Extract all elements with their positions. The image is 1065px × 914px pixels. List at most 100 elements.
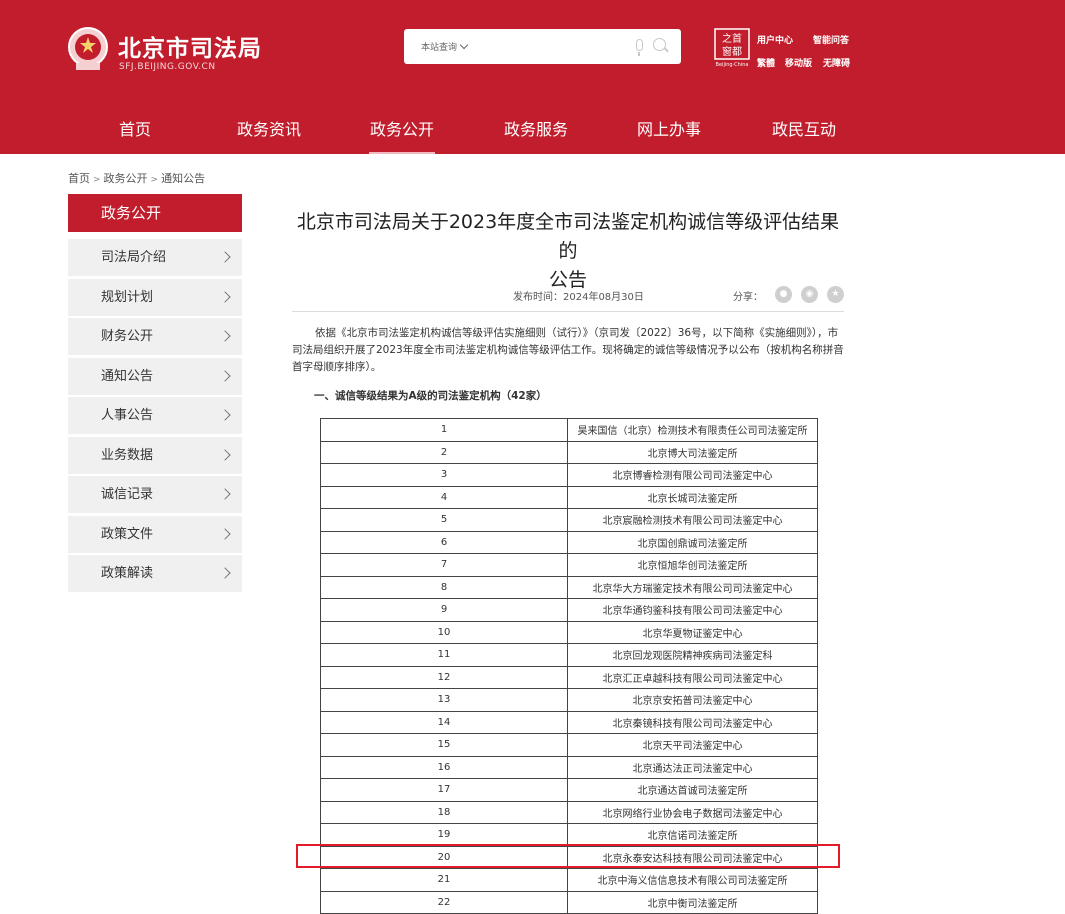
sidebar-item-label: 通知公告 <box>101 369 154 384</box>
row-number-cell: 12 <box>319 665 569 689</box>
results-table: 1 昊来国信（北京）检测技术有限责任公司司法鉴定所 2 北京博大司法鉴定所 3 北京博睿检… <box>319 418 818 914</box>
site-title[interactable]: 北京市司法局 <box>118 29 262 63</box>
institution-name-cell: 北京网络行业协会电子数据司法鉴定中心 <box>567 800 818 824</box>
traditional-chinese-link[interactable]: 繁體 <box>757 56 775 69</box>
sidebar-item-label: 政策解读 <box>101 566 154 581</box>
publish-date: 2024年08月30日 <box>563 292 644 303</box>
row-number-cell: 13 <box>319 688 569 712</box>
sidebar-title: 政务公开 <box>68 194 242 232</box>
row-number-cell: 9 <box>319 598 569 622</box>
weibo-icon[interactable]: ◉ <box>801 286 818 303</box>
user-center-link[interactable]: 用户中心 <box>757 33 793 46</box>
sidebar-item-policy-docs[interactable]: 政策文件 <box>68 516 242 553</box>
institution-name-cell: 北京通达首诚司法鉴定所 <box>567 778 818 802</box>
row-number-cell: 11 <box>319 643 569 667</box>
breadcrumb-home[interactable]: 首页 <box>68 172 90 185</box>
table-row: 17 北京通达首诚司法鉴定所 <box>319 778 818 802</box>
site-header: 北京市司法局 SFJ.BEIJING.GOV.CN 本站查询 之首 窗都 Bei… <box>0 0 1065 154</box>
search-scope-label: 本站查询 <box>421 43 458 53</box>
table-row: 14 北京秦镜科技有限公司司法鉴定中心 <box>319 710 818 734</box>
chevron-right-icon <box>219 370 231 382</box>
nav-home[interactable]: 首页 <box>104 106 166 154</box>
breadcrumb-notices[interactable]: 通知公告 <box>161 172 205 185</box>
breadcrumb-disclosure[interactable]: 政务公开 <box>104 172 148 185</box>
nav-government-disclosure[interactable]: 政务公开 <box>369 106 435 154</box>
section-heading: 一、诚信等级结果为A级的司法鉴定机构（42家） <box>314 390 547 402</box>
institution-name-cell: 北京天平司法鉴定中心 <box>567 733 818 757</box>
highlight-annotation <box>296 844 840 868</box>
institution-name-cell: 北京华通钧鉴科技有限公司司法鉴定中心 <box>567 598 818 622</box>
article-intro: 依据《北京市司法鉴定机构诚信等级评估实施细则（试行）》（京司发〔2022〕36号… <box>292 327 844 373</box>
favorite-icon[interactable]: ★ <box>827 286 844 303</box>
institution-name-cell: 北京博睿检测有限公司司法鉴定中心 <box>567 463 818 487</box>
chevron-right-icon <box>219 488 231 500</box>
nav-public-interaction[interactable]: 政民互动 <box>768 106 840 154</box>
table-row: 12 北京汇正卓越科技有限公司司法鉴定中心 <box>319 665 818 689</box>
sidebar-item-label: 业务数据 <box>101 448 154 463</box>
nav-government-services[interactable]: 政务服务 <box>501 106 571 154</box>
capital-window-logo[interactable]: 之首 窗都 Beijing·China <box>714 28 750 68</box>
publish-label: 发布时间： <box>513 292 563 303</box>
institution-name-cell: 北京回龙观医院精神疾病司法鉴定科 <box>567 643 818 667</box>
row-number-cell: 19 <box>319 823 569 847</box>
row-number-cell: 4 <box>319 485 569 509</box>
table-row: 4 北京长城司法鉴定所 <box>319 485 818 509</box>
sidebar-item-credit-records[interactable]: 诚信记录 <box>68 476 242 513</box>
main-nav: 首页 政务资讯 政务公开 政务服务 网上办事 政民互动 <box>0 106 1065 154</box>
table-row: 2 北京博大司法鉴定所 <box>319 440 818 464</box>
table-row: 18 北京网络行业协会电子数据司法鉴定中心 <box>319 800 818 824</box>
institution-name-cell: 北京京安拓普司法鉴定中心 <box>567 688 818 712</box>
sidebar-item-label: 政策文件 <box>101 527 154 542</box>
row-number-cell: 18 <box>319 800 569 824</box>
sidebar-item-finance[interactable]: 财务公开 <box>68 318 242 355</box>
sidebar-item-plans[interactable]: 规划计划 <box>68 279 242 316</box>
nav-online-services[interactable]: 网上办事 <box>634 106 704 154</box>
national-emblem-icon[interactable] <box>67 26 109 72</box>
sidebar-item-label: 规划计划 <box>101 290 154 305</box>
chevron-right-icon <box>219 567 231 579</box>
chevron-right-icon <box>219 291 231 303</box>
table-row: 13 北京京安拓普司法鉴定中心 <box>319 688 818 712</box>
row-number-cell: 22 <box>319 890 569 914</box>
row-number-cell: 2 <box>319 440 569 464</box>
table-row: 19 北京信诺司法鉴定所 <box>319 823 818 847</box>
sidebar-item-business-data[interactable]: 业务数据 <box>68 437 242 474</box>
row-number-cell: 5 <box>319 508 569 532</box>
chevron-right-icon <box>219 528 231 540</box>
accessibility-link[interactable]: 无障碍 <box>823 56 850 69</box>
nav-government-news[interactable]: 政务资讯 <box>232 106 306 154</box>
row-number-cell: 10 <box>319 620 569 644</box>
row-number-cell: 1 <box>319 418 569 442</box>
institution-name-cell: 北京宸融检测技术有限公司司法鉴定中心 <box>567 508 818 532</box>
institution-name-cell: 北京信诺司法鉴定所 <box>567 823 818 847</box>
microphone-icon[interactable] <box>636 39 643 56</box>
table-row: 16 北京通达法正司法鉴定中心 <box>319 755 818 779</box>
capital-logo-line3: Beijing·China <box>716 62 749 68</box>
institution-name-cell: 北京通达法正司法鉴定中心 <box>567 755 818 779</box>
table-row: 22 北京中衡司法鉴定所 <box>319 890 818 914</box>
search-scope-select[interactable]: 本站查询 <box>421 40 469 53</box>
sidebar-item-personnel[interactable]: 人事公告 <box>68 397 242 434</box>
wechat-icon[interactable]: ● <box>775 286 792 303</box>
institution-name-cell: 北京华夏物证鉴定中心 <box>567 620 818 644</box>
capital-logo-line2: 窗都 <box>722 45 742 58</box>
search-icon[interactable] <box>653 38 666 51</box>
chevron-right-icon <box>219 251 231 263</box>
article-title: 北京市司法局关于2023年度全市司法鉴定机构诚信等级评估结果的 公告 <box>292 208 844 295</box>
institution-name-cell: 北京中海义信信息技术有限公司司法鉴定所 <box>567 868 818 892</box>
mobile-version-link[interactable]: 移动版 <box>785 56 812 69</box>
smart-qa-link[interactable]: 智能问答 <box>813 33 849 46</box>
sidebar-item-bureau-intro[interactable]: 司法局介绍 <box>68 239 242 276</box>
sidebar-item-notices[interactable]: 通知公告 <box>68 358 242 395</box>
article-title-line1: 北京市司法局关于2023年度全市司法鉴定机构诚信等级评估结果的 <box>296 211 840 262</box>
header-top: 北京市司法局 SFJ.BEIJING.GOV.CN 本站查询 之首 窗都 Bei… <box>0 0 1065 106</box>
row-number-cell: 14 <box>319 710 569 734</box>
sidebar-item-label: 财务公开 <box>101 329 154 344</box>
row-number-cell: 21 <box>319 868 569 892</box>
sidebar-item-policy-interpretation[interactable]: 政策解读 <box>68 555 242 592</box>
table-row: 6 北京国创鼎诚司法鉴定所 <box>319 530 818 554</box>
breadcrumb-separator: > <box>150 175 159 185</box>
row-number-cell: 6 <box>319 530 569 554</box>
publish-time: 发布时间：2024年08月30日 <box>513 288 644 303</box>
table-row: 9 北京华通钧鉴科技有限公司司法鉴定中心 <box>319 598 818 622</box>
